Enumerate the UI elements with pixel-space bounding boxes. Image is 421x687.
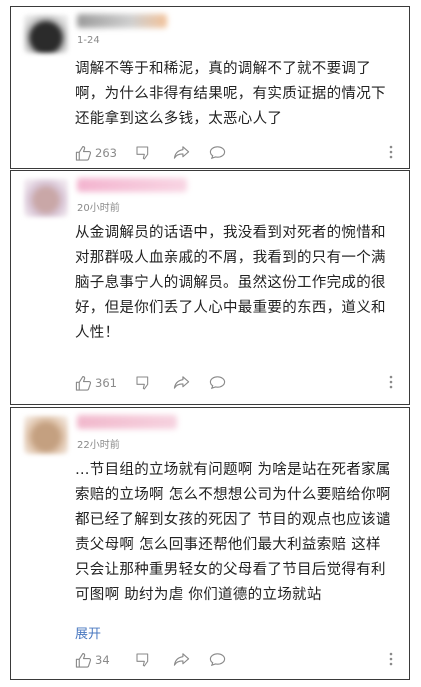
share-icon: [173, 653, 190, 666]
avatar[interactable]: [24, 179, 68, 217]
comment-text: 从金调解员的话语中，我没看到对死者的惋惜和对那群吸人血亲戚的不屑，我看到的只有一…: [75, 225, 386, 341]
comment-icon: [209, 653, 226, 667]
more-vertical-icon: [389, 652, 393, 666]
thumbs-down-icon: [136, 376, 149, 390]
comment-actions: 34: [75, 652, 395, 670]
comment-text: …节目组的立场就有问题啊 为啥是站在死者家属索赔的立场啊 怎么不想想公司为什么要…: [75, 462, 391, 603]
comment-time: 20小时前: [77, 203, 120, 214]
share-button[interactable]: [173, 652, 190, 667]
like-button[interactable]: 34: [75, 652, 110, 668]
avatar[interactable]: [24, 15, 68, 53]
comment-actions: 361: [75, 375, 395, 393]
comment-card: 1-24 调解不等于和稀泥，真的调解不了就不要调了啊，为什么非得有结果呢，有实质…: [10, 6, 410, 169]
reply-button[interactable]: [209, 145, 226, 160]
reply-button[interactable]: [209, 652, 226, 667]
comment-icon: [209, 376, 226, 390]
comment-time: 22小时前: [77, 440, 120, 451]
share-icon: [173, 376, 190, 389]
dislike-button[interactable]: [135, 145, 151, 161]
thumbs-down-icon: [136, 146, 149, 160]
more-button[interactable]: [389, 145, 395, 159]
expand-link[interactable]: 展开: [75, 623, 101, 642]
thumbs-up-icon: [75, 146, 92, 161]
like-button[interactable]: 263: [75, 145, 117, 161]
thumbs-up-icon: [75, 376, 92, 391]
comment-feed: 1-24 调解不等于和稀泥，真的调解不了就不要调了啊，为什么非得有结果呢，有实质…: [0, 0, 421, 687]
dislike-button[interactable]: [135, 652, 151, 668]
more-button[interactable]: [389, 375, 395, 389]
thumbs-down-icon: [136, 653, 149, 667]
more-vertical-icon: [389, 375, 393, 389]
like-count: 361: [95, 376, 117, 390]
username-blurred[interactable]: [77, 415, 177, 429]
like-count: 34: [95, 653, 110, 667]
comment-time: 1-24: [77, 35, 100, 46]
dislike-button[interactable]: [135, 375, 151, 391]
thumbs-up-icon: [75, 653, 92, 668]
more-vertical-icon: [389, 145, 393, 159]
share-icon: [173, 146, 190, 159]
like-count: 263: [95, 146, 117, 160]
username-blurred[interactable]: [77, 14, 167, 28]
comment-text: 调解不等于和稀泥，真的调解不了就不要调了啊，为什么非得有结果呢，有实质证据的情况…: [75, 61, 386, 127]
comment-actions: 263: [75, 145, 395, 163]
username-blurred[interactable]: [77, 178, 187, 192]
more-button[interactable]: [389, 652, 395, 666]
comment-icon: [209, 146, 226, 160]
reply-button[interactable]: [209, 375, 226, 390]
avatar[interactable]: [24, 416, 68, 454]
share-button[interactable]: [173, 375, 190, 390]
comment-card: 22小时前 …节目组的立场就有问题啊 为啥是站在死者家属索赔的立场啊 怎么不想想…: [10, 407, 410, 680]
comment-card: 20小时前 从金调解员的话语中，我没看到对死者的惋惜和对那群吸人血亲戚的不屑，我…: [10, 170, 410, 405]
share-button[interactable]: [173, 145, 190, 160]
like-button[interactable]: 361: [75, 375, 117, 391]
